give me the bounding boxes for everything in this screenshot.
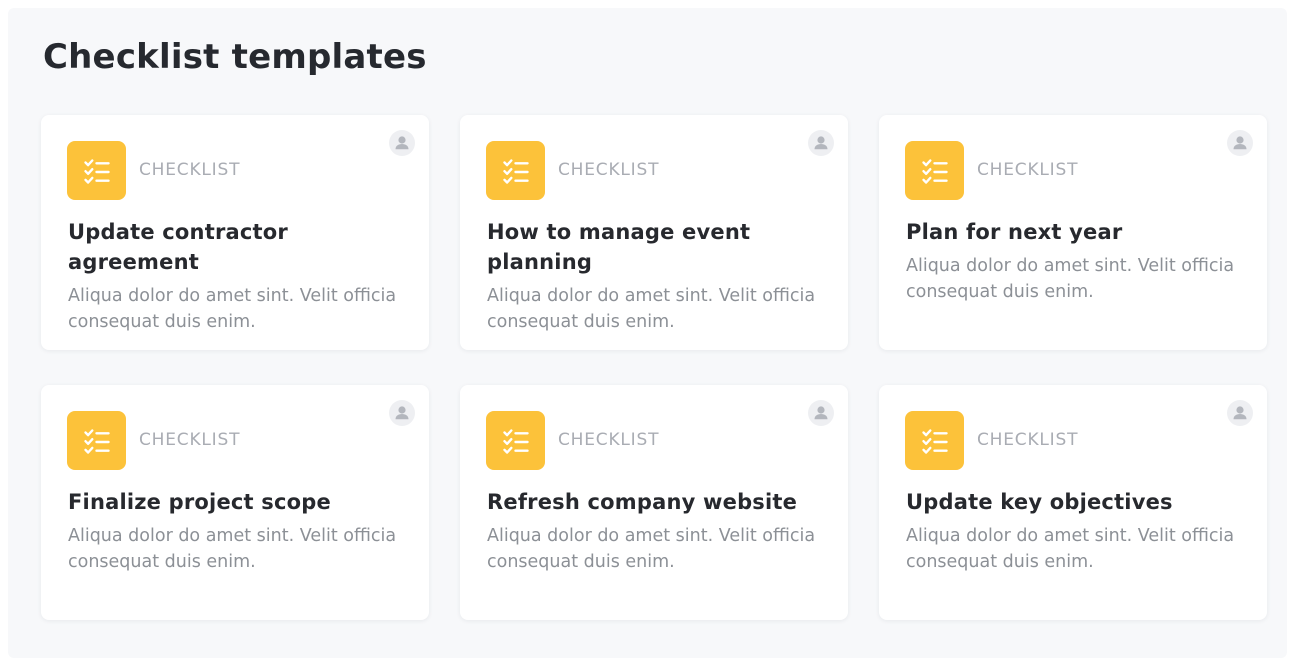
template-card[interactable]: CHECKLIST How to manage event planning A… bbox=[460, 115, 848, 350]
template-card[interactable]: CHECKLIST Update contractor agreement Al… bbox=[41, 115, 429, 350]
template-grid: CHECKLIST Update contractor agreement Al… bbox=[41, 115, 1267, 620]
template-title: Update contractor agreement bbox=[68, 220, 288, 274]
page-title: Checklist templates bbox=[43, 37, 427, 77]
template-description: Aliqua dolor do amet sint. Velit officia… bbox=[487, 526, 816, 572]
template-type-label: CHECKLIST bbox=[558, 430, 660, 450]
template-description: Aliqua dolor do amet sint. Velit officia… bbox=[906, 256, 1235, 302]
user-icon[interactable] bbox=[808, 130, 834, 156]
template-title: Refresh company website bbox=[487, 490, 798, 514]
template-type-label: CHECKLIST bbox=[558, 160, 660, 180]
template-title: Plan for next year bbox=[906, 220, 1123, 244]
checklist-icon bbox=[905, 411, 964, 470]
template-type-label: CHECKLIST bbox=[139, 430, 241, 450]
user-icon[interactable] bbox=[808, 400, 834, 426]
checklist-icon bbox=[67, 141, 126, 200]
template-title: Update key objectives bbox=[906, 490, 1173, 514]
template-card[interactable]: CHECKLIST Finalize project scope Aliqua … bbox=[41, 385, 429, 620]
template-type-label: CHECKLIST bbox=[139, 160, 241, 180]
template-title: Finalize project scope bbox=[68, 490, 331, 514]
user-icon[interactable] bbox=[389, 400, 415, 426]
template-type-label: CHECKLIST bbox=[977, 160, 1079, 180]
template-description: Aliqua dolor do amet sint. Velit officia… bbox=[906, 526, 1235, 572]
template-description: Aliqua dolor do amet sint. Velit officia… bbox=[68, 526, 397, 572]
template-type-label: CHECKLIST bbox=[977, 430, 1079, 450]
template-description: Aliqua dolor do amet sint. Velit officia… bbox=[487, 286, 816, 332]
templates-panel: Checklist templates CHECKLIST Update con… bbox=[8, 8, 1287, 658]
template-card[interactable]: CHECKLIST Update key objectives Aliqua d… bbox=[879, 385, 1267, 620]
user-icon[interactable] bbox=[1227, 400, 1253, 426]
template-title: How to manage event planning bbox=[487, 220, 751, 274]
template-description: Aliqua dolor do amet sint. Velit officia… bbox=[68, 286, 397, 332]
checklist-icon bbox=[67, 411, 126, 470]
user-icon[interactable] bbox=[1227, 130, 1253, 156]
user-icon[interactable] bbox=[389, 130, 415, 156]
checklist-icon bbox=[486, 141, 545, 200]
checklist-icon bbox=[486, 411, 545, 470]
checklist-icon bbox=[905, 141, 964, 200]
template-card[interactable]: CHECKLIST Refresh company website Aliqua… bbox=[460, 385, 848, 620]
template-card[interactable]: CHECKLIST Plan for next year Aliqua dolo… bbox=[879, 115, 1267, 350]
